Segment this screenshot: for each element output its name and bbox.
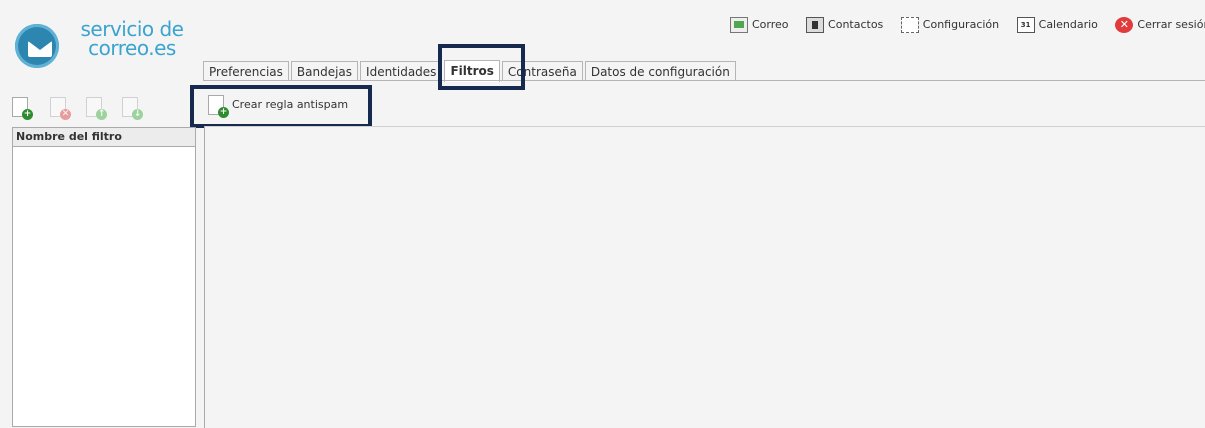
filters-list-panel: Nombre del filtro [12, 127, 196, 427]
nav-correo-label: Correo [752, 18, 789, 31]
contacts-icon [806, 17, 825, 33]
move-filter-up-icon[interactable]: ↑ [86, 97, 107, 120]
add-filter-icon[interactable]: + [12, 97, 33, 120]
tab-datos-configuracion[interactable]: Datos de configuración [584, 61, 736, 81]
tab-divider [203, 80, 1205, 81]
close-icon: ✕ [1115, 17, 1134, 33]
filter-detail-area [204, 126, 1205, 428]
nav-contactos[interactable]: Contactos [806, 17, 883, 33]
calendar-icon: 31 [1016, 17, 1035, 33]
mail-icon [730, 17, 748, 33]
nav-calendario-label: Calendario [1038, 18, 1098, 31]
nav-configuracion-label: Configuración [922, 18, 1000, 31]
nav-contactos-label: Contactos [828, 18, 884, 31]
nav-configuracion[interactable]: Configuración [900, 17, 1000, 33]
envelope-logo-icon [15, 24, 59, 68]
nav-correo[interactable]: Correo [730, 17, 789, 33]
highlight-create-antispam [190, 85, 372, 128]
nav-cerrar-sesion[interactable]: ✕ Cerrar sesión [1115, 17, 1205, 33]
app-logo[interactable]: servicio de correo.es [12, 19, 197, 70]
highlight-tab-filtros [438, 44, 525, 90]
settings-icon [900, 17, 919, 33]
tab-identidades[interactable]: Identidades [360, 61, 443, 81]
nav-cerrar-sesion-label: Cerrar sesión [1137, 18, 1205, 31]
logo-line-2: correo.es [88, 36, 176, 60]
delete-filter-icon[interactable]: ✕ [50, 97, 71, 120]
tab-preferencias[interactable]: Preferencias [203, 61, 289, 81]
logo-text: servicio de correo.es [67, 19, 197, 60]
tab-bandejas[interactable]: Bandejas [290, 61, 359, 81]
move-filter-down-icon[interactable]: ↓ [122, 97, 143, 120]
filter-name-column-header[interactable]: Nombre del filtro [13, 128, 195, 147]
nav-calendario[interactable]: 31 Calendario [1016, 17, 1098, 33]
top-navigation: Correo Contactos Configuración 31 Calenda… [730, 17, 1205, 37]
